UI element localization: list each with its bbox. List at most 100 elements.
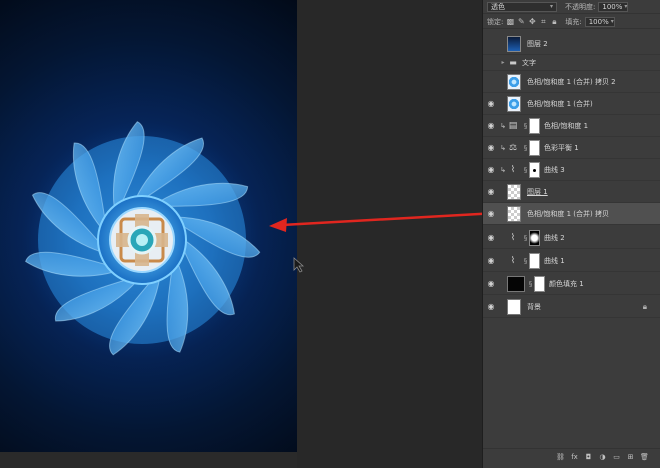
eye-icon[interactable]: ◉	[483, 187, 499, 196]
lock-move-icon[interactable]: ✥	[528, 17, 536, 26]
layer-row[interactable]: ◉ 背景 🔒︎	[483, 296, 660, 318]
layer-mask-thumbnail[interactable]	[529, 229, 540, 246]
layer-name: 色相/饱和度 1 (合并) 拷贝 2	[527, 77, 616, 86]
layer-name: 颜色填充 1	[549, 279, 584, 288]
mask-icon[interactable]: ◘	[584, 453, 593, 461]
layers-panel-footer: ⛓ fx ◘ ◑ ▭ ⊞ 🗑︎	[483, 448, 660, 464]
layer-mask-thumbnail[interactable]	[529, 139, 540, 156]
layer-thumbnail	[507, 35, 521, 52]
layer-name: 图层 2	[527, 39, 548, 48]
color-balance-icon: ⚖	[508, 142, 518, 153]
document-canvas[interactable]	[0, 0, 297, 452]
layer-row[interactable]: ◉ ⌇ § 曲线 2	[483, 227, 660, 249]
eye-icon[interactable]: ◉	[483, 121, 499, 130]
fill-color-thumbnail	[507, 275, 525, 292]
layer-name: 曲线 1	[544, 256, 565, 265]
visibility-toggle[interactable]: ●	[483, 39, 499, 48]
group-icon[interactable]: ▭	[612, 453, 621, 461]
eye-icon[interactable]: ◉	[483, 279, 499, 288]
clipping-arrow-icon: ↳	[500, 165, 506, 174]
layer-row[interactable]: ◉ § 颜色填充 1	[483, 273, 660, 295]
layer-row[interactable]: ● 色相/饱和度 1 (合并) 拷贝 2	[483, 71, 660, 93]
layer-group-row[interactable]: ● ▸ ▬ 文字	[483, 55, 660, 71]
mouse-cursor-icon	[293, 257, 305, 273]
visibility-toggle[interactable]: ●	[483, 77, 499, 86]
visibility-toggle[interactable]: ●	[483, 58, 499, 67]
lock-icon: 🔒︎	[642, 302, 647, 311]
chevron-down-icon: ▾	[549, 3, 553, 10]
blend-mode-value: 透色	[491, 2, 505, 11]
lock-fill-row: 锁定: ▩ ✎ ✥ ⌗ 🔒︎ 填充: 100% ▾	[483, 15, 660, 29]
layer-name: 曲线 3	[544, 165, 565, 174]
fx-icon[interactable]: fx	[570, 453, 579, 461]
eye-icon[interactable]: ◉	[483, 165, 499, 174]
opacity-label: 不透明度:	[565, 2, 596, 11]
curves-icon: ⌇	[510, 164, 516, 175]
layer-row[interactable]: ◉ 图层 1	[483, 181, 660, 203]
annotation-arrow	[269, 211, 498, 232]
layer-row[interactable]: ◉ ↳ ⌇ § 曲线 3	[483, 159, 660, 181]
layer-mask-thumbnail[interactable]	[529, 117, 540, 134]
eye-icon[interactable]: ◉	[483, 302, 499, 311]
layer-thumbnail	[507, 205, 521, 222]
link-icon: §	[523, 165, 528, 174]
hue-saturation-icon: ▤	[508, 120, 518, 131]
layer-mask-thumbnail[interactable]	[529, 161, 540, 178]
lock-transparent-icon[interactable]: ▩	[506, 17, 515, 26]
lock-artboard-icon[interactable]: ⌗	[539, 17, 547, 26]
layer-row[interactable]: ◉ ⌇ § 曲线 1	[483, 250, 660, 272]
layer-mask-thumbnail[interactable]	[529, 252, 540, 269]
link-icon: §	[523, 121, 528, 130]
layer-row[interactable]: ● 图层 2	[483, 33, 660, 55]
eye-icon[interactable]: ◉	[483, 209, 499, 218]
layer-thumbnail	[507, 95, 521, 112]
opacity-field[interactable]: 100% ▾	[598, 1, 629, 12]
eye-icon[interactable]: ◉	[483, 233, 499, 242]
layer-name: 曲线 2	[544, 233, 565, 242]
fan-artwork	[22, 120, 262, 360]
clipping-arrow-icon: ↳	[500, 143, 506, 152]
blend-mode-dropdown[interactable]: 透色 ▾	[487, 1, 557, 12]
blend-opacity-row: 透色 ▾ 不透明度: 100% ▾	[483, 0, 660, 14]
link-icon: §	[523, 143, 528, 152]
layer-row[interactable]: ◉ 色相/饱和度 1 (合并)	[483, 93, 660, 115]
link-icon[interactable]: ⛓	[556, 453, 565, 461]
fill-field[interactable]: 100% ▾	[584, 16, 615, 27]
lock-label: 锁定:	[487, 17, 504, 26]
layer-name: 图层 1	[527, 187, 548, 196]
layer-name: 背景	[527, 302, 541, 311]
chevron-down-icon: ▾	[624, 3, 628, 10]
trash-icon[interactable]: 🗑︎	[640, 453, 649, 461]
layers-panel: 透色 ▾ 不透明度: 100% ▾ 锁定: ▩ ✎ ✥ ⌗ 🔒︎ 填充: 100…	[482, 0, 660, 468]
link-icon: §	[523, 256, 528, 265]
opacity-value: 100%	[602, 2, 623, 11]
layer-row-selected[interactable]: ◉ 色相/饱和度 1 (合并) 拷贝	[483, 203, 660, 225]
eye-icon[interactable]: ◉	[483, 256, 499, 265]
chevron-down-icon: ▾	[610, 18, 614, 25]
eye-icon[interactable]: ◉	[483, 143, 499, 152]
layer-thumbnail	[507, 183, 521, 200]
workspace-background	[269, 0, 498, 468]
new-layer-icon[interactable]: ⊞	[626, 453, 635, 461]
layer-name: 文字	[522, 58, 536, 67]
status-bar	[0, 452, 297, 468]
layer-row[interactable]: ◉ ↳ ▤ § 色相/饱和度 1	[483, 115, 660, 137]
eye-icon[interactable]: ◉	[483, 99, 499, 108]
layer-name: 色相/饱和度 1	[544, 121, 589, 130]
layer-name: 色彩平衡 1	[544, 143, 579, 152]
layer-name: 色相/饱和度 1 (合并) 拷贝	[527, 209, 609, 218]
layer-row[interactable]: ◉ ↳ ⚖ § 色彩平衡 1	[483, 137, 660, 159]
folder-icon: ▬	[509, 58, 517, 67]
layer-name: 色相/饱和度 1 (合并)	[527, 99, 593, 108]
lock-all-icon[interactable]: 🔒︎	[550, 17, 558, 26]
clipping-arrow-icon: ↳	[500, 121, 506, 130]
layer-mask-thumbnail[interactable]	[534, 275, 545, 292]
lock-brush-icon[interactable]: ✎	[517, 17, 525, 26]
curves-icon: ⌇	[510, 255, 516, 266]
chevron-right-icon[interactable]: ▸	[499, 59, 507, 66]
adjustment-icon[interactable]: ◑	[598, 453, 607, 461]
curves-icon: ⌇	[510, 232, 516, 243]
layer-thumbnail	[507, 73, 521, 90]
layer-thumbnail	[507, 298, 521, 315]
fill-value: 100%	[588, 17, 609, 26]
